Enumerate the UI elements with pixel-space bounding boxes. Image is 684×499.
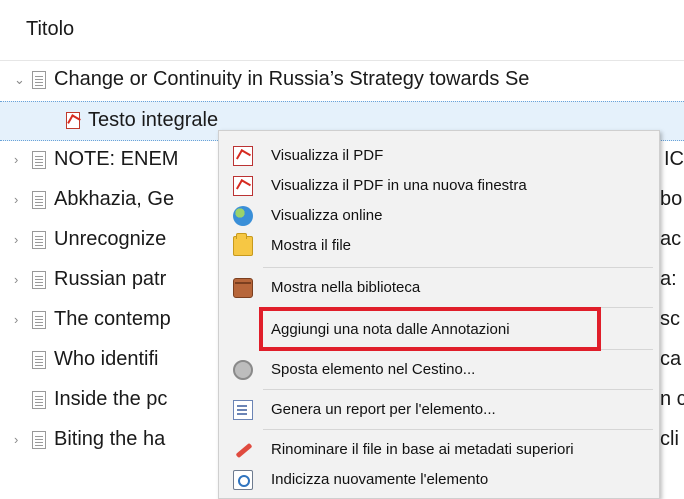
menu-item-view-pdf[interactable]: Visualizza il PDF: [219, 141, 659, 171]
row-title: Who identifi: [54, 348, 159, 370]
menu-item-view-online[interactable]: Visualizza online: [219, 201, 659, 231]
highlight-box: [259, 307, 601, 351]
document-icon: [32, 71, 46, 89]
menu-item-label: Mostra nella biblioteca: [271, 279, 421, 296]
menu-item-reindex[interactable]: Indicizza nuovamente l'elemento: [219, 465, 659, 495]
document-icon: [32, 151, 46, 169]
row-title: Testo integrale: [88, 109, 219, 131]
folder-icon: [233, 233, 253, 256]
row-title-suffix: ca: [660, 348, 682, 370]
rename-icon: [233, 440, 253, 460]
menu-separator: [263, 429, 653, 430]
menu-item-view-pdf-new-window[interactable]: Visualizza il PDF in una nuova finestra: [219, 171, 659, 201]
row-title: Abkhazia, Ge: [54, 188, 175, 210]
chevron-right-icon[interactable]: ›: [14, 153, 26, 166]
column-title: Titolo: [26, 18, 75, 40]
menu-item-label: Visualizza il PDF: [271, 147, 384, 164]
chevron-right-icon[interactable]: ›: [14, 233, 26, 246]
chevron-right-icon[interactable]: ›: [14, 313, 26, 326]
pdf-icon: [66, 112, 80, 129]
row-title-suffix: sc: [660, 308, 680, 330]
chevron-down-icon[interactable]: ⌄: [14, 73, 26, 86]
document-icon: [32, 311, 46, 329]
chevron-right-icon[interactable]: ›: [14, 193, 26, 206]
document-icon: [32, 231, 46, 249]
context-menu: Visualizza il PDF Visualizza il PDF in u…: [218, 130, 660, 499]
row-title: Change or Continuity in Russia’s Strateg…: [54, 68, 530, 90]
document-icon: [32, 351, 46, 369]
row-title-suffix: bo: [660, 188, 683, 210]
menu-item-label: Rinominare il file in base ai metadati s…: [271, 441, 574, 458]
column-header[interactable]: Titolo: [0, 0, 684, 61]
document-icon: [32, 271, 46, 289]
row-title: Russian patr: [54, 268, 167, 290]
row-title: NOTE: ENEM: [54, 148, 179, 170]
library-icon: [233, 278, 253, 298]
row-title-suffix: n c: [660, 388, 684, 410]
row-title: Inside the pc: [54, 388, 168, 410]
row-title-suffix: a:: [660, 268, 677, 290]
tree-row-parent[interactable]: ⌄ Change or Continuity in Russia’s Strat…: [0, 61, 684, 101]
report-icon: [233, 400, 253, 420]
row-title-suffix: cli: [660, 428, 679, 450]
chevron-right-icon[interactable]: ›: [14, 273, 26, 286]
menu-separator: [263, 267, 653, 268]
row-title: Unrecognize: [54, 228, 167, 250]
row-title-suffix: ac: [660, 228, 682, 250]
chevron-right-icon[interactable]: ›: [14, 433, 26, 446]
menu-item-label: Indicizza nuovamente l'elemento: [271, 471, 489, 488]
trash-icon: [233, 360, 253, 380]
row-title: The contemp: [54, 308, 171, 330]
menu-separator: [263, 389, 653, 390]
menu-item-label: Visualizza online: [271, 207, 383, 224]
menu-item-rename-file[interactable]: Rinominare il file in base ai metadati s…: [219, 435, 659, 465]
document-icon: [32, 391, 46, 409]
menu-item-generate-report[interactable]: Genera un report per l'elemento...: [219, 395, 659, 425]
globe-icon: [233, 206, 253, 226]
menu-item-label: Genera un report per l'elemento...: [271, 401, 496, 418]
pdf-icon: [233, 176, 253, 196]
menu-item-label: Mostra il file: [271, 237, 352, 254]
reindex-icon: [233, 470, 253, 490]
document-icon: [32, 431, 46, 449]
menu-item-label: Visualizza il PDF in una nuova finestra: [271, 177, 527, 194]
menu-item-show-file[interactable]: Mostra il file: [219, 231, 659, 261]
menu-item-move-to-trash[interactable]: Sposta elemento nel Cestino...: [219, 355, 659, 385]
row-title: Biting the ha: [54, 428, 166, 450]
document-icon: [32, 191, 46, 209]
menu-item-label: Sposta elemento nel Cestino...: [271, 361, 476, 378]
menu-item-show-in-library[interactable]: Mostra nella biblioteca: [219, 273, 659, 303]
pdf-icon: [233, 146, 253, 166]
row-title-suffix: IC: [664, 148, 684, 170]
